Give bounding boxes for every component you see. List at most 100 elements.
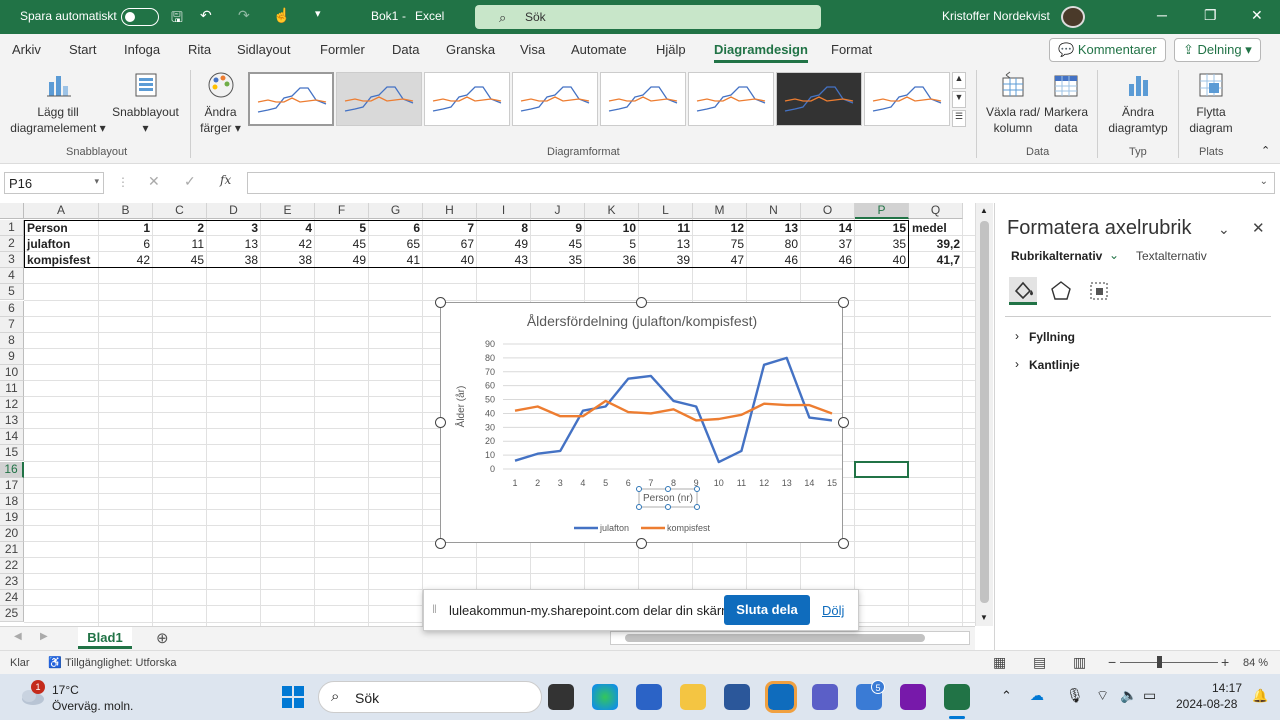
tab-automate[interactable]: Automate <box>571 42 627 57</box>
gallery-more-button[interactable]: ☰ <box>952 110 966 127</box>
chevron-down-icon[interactable]: ⌄ <box>1109 248 1119 262</box>
tab-hjälp[interactable]: Hjälp <box>656 42 686 57</box>
chart-resize-handle[interactable] <box>636 538 647 549</box>
chart-style-3[interactable] <box>424 72 510 126</box>
chart-style-5[interactable] <box>600 72 686 126</box>
x-axis-title-handle[interactable] <box>636 504 642 510</box>
column-header-N[interactable]: N <box>747 203 801 219</box>
column-header-K[interactable]: K <box>585 203 639 219</box>
fx-icon[interactable]: fx <box>220 173 231 187</box>
column-header-B[interactable]: B <box>99 203 153 219</box>
column-header-D[interactable]: D <box>207 203 261 219</box>
chart-style-1[interactable] <box>248 72 334 126</box>
close-icon[interactable]: ✕ <box>1251 7 1263 24</box>
stop-sharing-button[interactable]: Sluta dela <box>724 595 810 625</box>
edge-icon[interactable] <box>592 684 618 710</box>
avatar[interactable] <box>1061 6 1085 28</box>
row-header-22[interactable]: 22 <box>0 558 24 575</box>
row-header-11[interactable]: 11 <box>0 381 24 398</box>
row-header-12[interactable]: 12 <box>0 397 24 414</box>
tab-format[interactable]: Format <box>831 42 872 57</box>
onenote-icon[interactable] <box>900 684 926 710</box>
sheet-tab[interactable]: Blad1 <box>78 627 132 649</box>
volume-icon[interactable]: 🔈 <box>1120 687 1137 704</box>
next-sheet-icon[interactable]: ▶ <box>40 631 48 642</box>
row-header-24[interactable]: 24 <box>0 590 24 607</box>
y-axis-title[interactable]: Ålder (år) <box>454 386 467 428</box>
column-header-H[interactable]: H <box>423 203 477 219</box>
x-axis-title-handle[interactable] <box>694 486 700 492</box>
share-button[interactable]: ⇪ Delning ▾ <box>1174 38 1261 62</box>
add-sheet-icon[interactable]: ⊕ <box>156 629 169 647</box>
x-axis-title[interactable]: Person (nr) <box>643 493 693 504</box>
tab-sidlayout[interactable]: Sidlayout <box>237 42 290 57</box>
row-header-10[interactable]: 10 <box>0 364 24 381</box>
excel-icon[interactable] <box>944 684 970 710</box>
row-header-19[interactable]: 19 <box>0 509 24 526</box>
prev-sheet-icon[interactable]: ◀ <box>14 631 22 642</box>
redo-icon[interactable]: ↷ <box>238 7 250 24</box>
chart-style-8[interactable] <box>864 72 950 126</box>
calendar-icon[interactable] <box>636 684 662 710</box>
column-header-L[interactable]: L <box>639 203 693 219</box>
row-header-21[interactable]: 21 <box>0 542 24 559</box>
row-header-4[interactable]: 4 <box>0 268 24 285</box>
chart-style-2[interactable] <box>336 72 422 126</box>
row-header-25[interactable]: 25 <box>0 606 24 623</box>
tab-arkiv[interactable]: Arkiv <box>12 42 41 57</box>
add-chart-element-button[interactable]: Lägg till diagramelement ▾ <box>8 70 108 136</box>
cell-Q1[interactable]: medel <box>909 220 963 236</box>
move-chart-button[interactable]: Flytta diagram <box>1183 70 1239 136</box>
tab-diagramdesign[interactable]: Diagramdesign <box>714 42 808 63</box>
enter-icon[interactable]: ✓ <box>184 173 196 190</box>
notifications-icon[interactable]: 🔔 <box>1252 688 1268 704</box>
line-chart[interactable]: Åldersfördelning (julafton/kompisfest) 0 1… <box>441 303 844 544</box>
switch-row-column-button[interactable]: Växla rad/ kolumn <box>982 70 1044 136</box>
row-header-6[interactable]: 6 <box>0 300 24 317</box>
select-data-button[interactable]: Markera data <box>1041 70 1091 136</box>
hide-link[interactable]: Dölj <box>822 603 844 618</box>
touch-mode-icon[interactable]: ☝ <box>273 7 290 24</box>
teams-icon[interactable] <box>812 684 838 710</box>
undo-icon[interactable]: ↶ <box>200 7 212 24</box>
task-view-icon[interactable] <box>548 684 574 710</box>
horizontal-scrollbar[interactable] <box>610 631 970 645</box>
chart-resize-handle[interactable] <box>636 297 647 308</box>
collapse-ribbon-icon[interactable]: ⌃ <box>1261 144 1270 157</box>
gallery-down-button[interactable]: ▼ <box>952 91 966 108</box>
chart-style-4[interactable] <box>512 72 598 126</box>
change-chart-type-button[interactable]: Ändra diagramtyp <box>1104 70 1172 136</box>
cell-Q2[interactable]: 39,2 <box>909 236 963 252</box>
tab-data[interactable]: Data <box>392 42 419 57</box>
select-all-corner[interactable] <box>0 203 24 219</box>
row-header-23[interactable]: 23 <box>0 574 24 591</box>
vertical-scrollbar[interactable]: ▲ ▼ <box>975 203 993 626</box>
row-header-20[interactable]: 20 <box>0 525 24 542</box>
accessibility-icon[interactable]: ♿ <box>48 656 62 669</box>
chart-resize-handle[interactable] <box>838 297 849 308</box>
pane-options-icon[interactable]: ⌄ <box>1218 221 1230 238</box>
row-header-8[interactable]: 8 <box>0 332 24 349</box>
chart-style-6[interactable] <box>688 72 774 126</box>
row-header-15[interactable]: 15 <box>0 445 24 462</box>
gallery-up-button[interactable]: ▲ <box>952 72 966 89</box>
change-colors-button[interactable]: Ändra färger ▾ <box>193 70 248 136</box>
tab-visa[interactable]: Visa <box>520 42 545 57</box>
page-layout-icon[interactable]: ▤ <box>1033 654 1046 671</box>
column-header-M[interactable]: M <box>693 203 747 219</box>
row-header-14[interactable]: 14 <box>0 429 24 446</box>
close-icon[interactable]: ✕ <box>1252 219 1265 237</box>
windows-start-icon[interactable] <box>280 684 306 710</box>
word-icon[interactable] <box>724 684 750 710</box>
row-header-3[interactable]: 3 <box>0 252 24 269</box>
drag-handle-icon[interactable]: ‖ <box>432 602 437 616</box>
x-axis-title-handle[interactable] <box>694 504 700 510</box>
tab-infoga[interactable]: Infoga <box>124 42 160 57</box>
name-box[interactable]: P16 ▾ <box>4 172 104 194</box>
customize-qat-icon[interactable]: ▾ <box>315 7 321 20</box>
zoom-level[interactable]: 84 % <box>1243 657 1268 669</box>
effects-icon[interactable] <box>1049 279 1073 303</box>
chart-resize-handle[interactable] <box>435 417 446 428</box>
zoom-in-icon[interactable]: + <box>1221 654 1229 670</box>
wifi-icon[interactable]: ⌔ <box>1096 687 1109 705</box>
